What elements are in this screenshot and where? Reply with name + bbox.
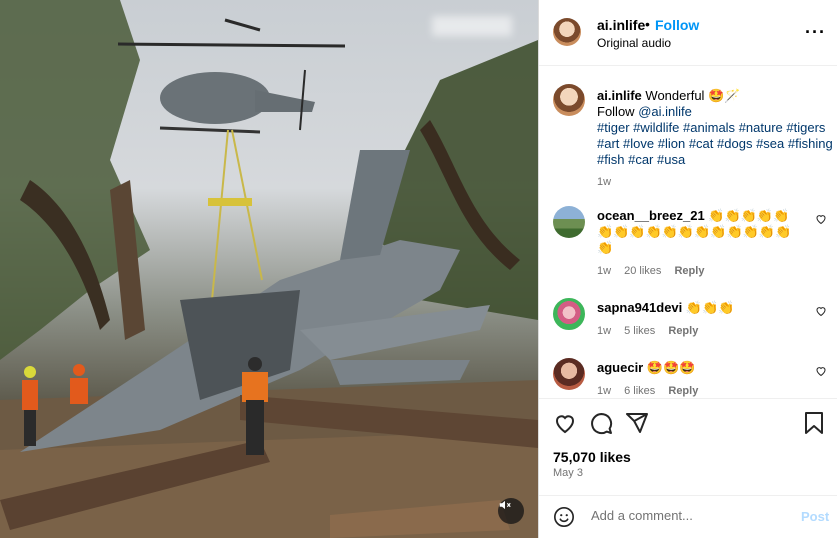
likes-count[interactable]: 75,070 likes xyxy=(553,449,631,465)
post-media[interactable] xyxy=(0,0,538,538)
avatar[interactable] xyxy=(553,298,585,330)
add-comment-bar: Post xyxy=(539,495,837,540)
hashtag[interactable]: #car xyxy=(628,152,653,167)
reply-button[interactable]: Reply xyxy=(668,325,698,337)
post-actions: 75,070 likes May 3 Post xyxy=(539,398,837,539)
hashtag[interactable]: #usa xyxy=(657,152,685,167)
post-side-panel: ai.inlife • Follow Original audio ··· ai… xyxy=(538,0,837,538)
comment-username[interactable]: aguecir xyxy=(597,360,643,375)
post-header: ai.inlife • Follow Original audio ··· xyxy=(539,0,837,66)
comment-likes[interactable]: 6 likes xyxy=(624,385,655,397)
avatar[interactable] xyxy=(553,358,585,390)
caption-follow-prefix: Follow xyxy=(597,104,635,119)
caption-time[interactable]: 1w xyxy=(597,176,611,188)
hashtag[interactable]: #fishing xyxy=(788,136,833,151)
post-button[interactable]: Post xyxy=(801,509,829,524)
emoji-icon[interactable] xyxy=(553,506,575,533)
heart-icon[interactable] xyxy=(553,411,577,440)
comment-text: 👏👏👏 xyxy=(685,300,735,315)
hashtag[interactable]: #animals xyxy=(683,120,735,135)
comment-like-heart-icon[interactable] xyxy=(815,304,827,322)
caption-body: Wonderful 🤩🪄 xyxy=(645,88,741,103)
author-username[interactable]: ai.inlife xyxy=(597,17,645,33)
comment-body: sapna941devi 👏👏👏 xyxy=(597,300,797,316)
hashtag[interactable]: #cat xyxy=(689,136,714,151)
avatar[interactable] xyxy=(553,84,585,116)
caption-username[interactable]: ai.inlife xyxy=(597,88,642,103)
more-horizontal-icon[interactable]: ··· xyxy=(805,22,826,43)
audio-label[interactable]: Original audio xyxy=(597,36,671,50)
comment-username[interactable]: sapna941devi xyxy=(597,300,682,315)
comment-body: ocean__breez_21 👏👏👏👏👏👏👏👏👏👏👏👏👏👏👏👏👏👏 xyxy=(597,208,797,256)
comment-body: aguecir 🤩🤩🤩 xyxy=(597,360,797,376)
comment-item: ocean__breez_21 👏👏👏👏👏👏👏👏👏👏👏👏👏👏👏👏👏👏 1w 20… xyxy=(553,206,833,277)
comment-time[interactable]: 1w xyxy=(597,265,611,277)
hashtag[interactable]: #tigers xyxy=(786,120,825,135)
hashtag[interactable]: #lion xyxy=(658,136,685,151)
comment-username[interactable]: ocean__breez_21 xyxy=(597,208,705,223)
separator-dot: • xyxy=(645,16,650,32)
comment-text: 🤩🤩🤩 xyxy=(646,360,696,375)
hashtag[interactable]: #nature xyxy=(739,120,783,135)
avatar[interactable] xyxy=(553,206,585,238)
media-scene xyxy=(0,0,538,538)
hashtag[interactable]: #sea xyxy=(756,136,784,151)
comment-meta: 1w 5 likes Reply xyxy=(597,325,708,337)
comment-meta: 1w 20 likes Reply xyxy=(597,265,714,277)
post-date[interactable]: May 3 xyxy=(553,467,583,479)
hashtag[interactable]: #tiger xyxy=(597,120,630,135)
blurred-overlay xyxy=(432,16,512,36)
hashtag[interactable]: #fish xyxy=(597,152,624,167)
follow-button[interactable]: Follow xyxy=(655,17,699,33)
hashtag[interactable]: #wildlife xyxy=(633,120,679,135)
comment-input[interactable] xyxy=(589,507,783,524)
comment-likes[interactable]: 20 likes xyxy=(624,265,661,277)
comment-likes[interactable]: 5 likes xyxy=(624,325,655,337)
comment-item: aguecir 🤩🤩🤩 1w 6 likes Reply xyxy=(553,358,833,398)
share-icon[interactable] xyxy=(625,411,649,440)
comment-like-heart-icon[interactable] xyxy=(815,212,827,230)
comment-time[interactable]: 1w xyxy=(597,385,611,397)
hashtag[interactable]: #dogs xyxy=(717,136,752,151)
bookmark-icon[interactable] xyxy=(803,411,825,440)
caption-mention[interactable]: @ai.inlife xyxy=(638,104,692,119)
comment-icon[interactable] xyxy=(589,411,613,440)
comment-meta: 1w 6 likes Reply xyxy=(597,385,708,397)
comment-like-heart-icon[interactable] xyxy=(815,364,827,382)
comment-time[interactable]: 1w xyxy=(597,325,611,337)
hashtag[interactable]: #love xyxy=(623,136,654,151)
comment-item: sapna941devi 👏👏👏 1w 5 likes Reply xyxy=(553,298,833,338)
reply-button[interactable]: Reply xyxy=(674,265,704,277)
mute-button[interactable] xyxy=(498,498,524,524)
avatar[interactable] xyxy=(553,18,581,46)
caption-text: ai.inlife Wonderful 🤩🪄 Follow @ai.inlife… xyxy=(597,88,833,168)
hashtag[interactable]: #art xyxy=(597,136,619,151)
post-viewer: ai.inlife • Follow Original audio ··· ai… xyxy=(0,0,837,538)
reply-button[interactable]: Reply xyxy=(668,385,698,397)
